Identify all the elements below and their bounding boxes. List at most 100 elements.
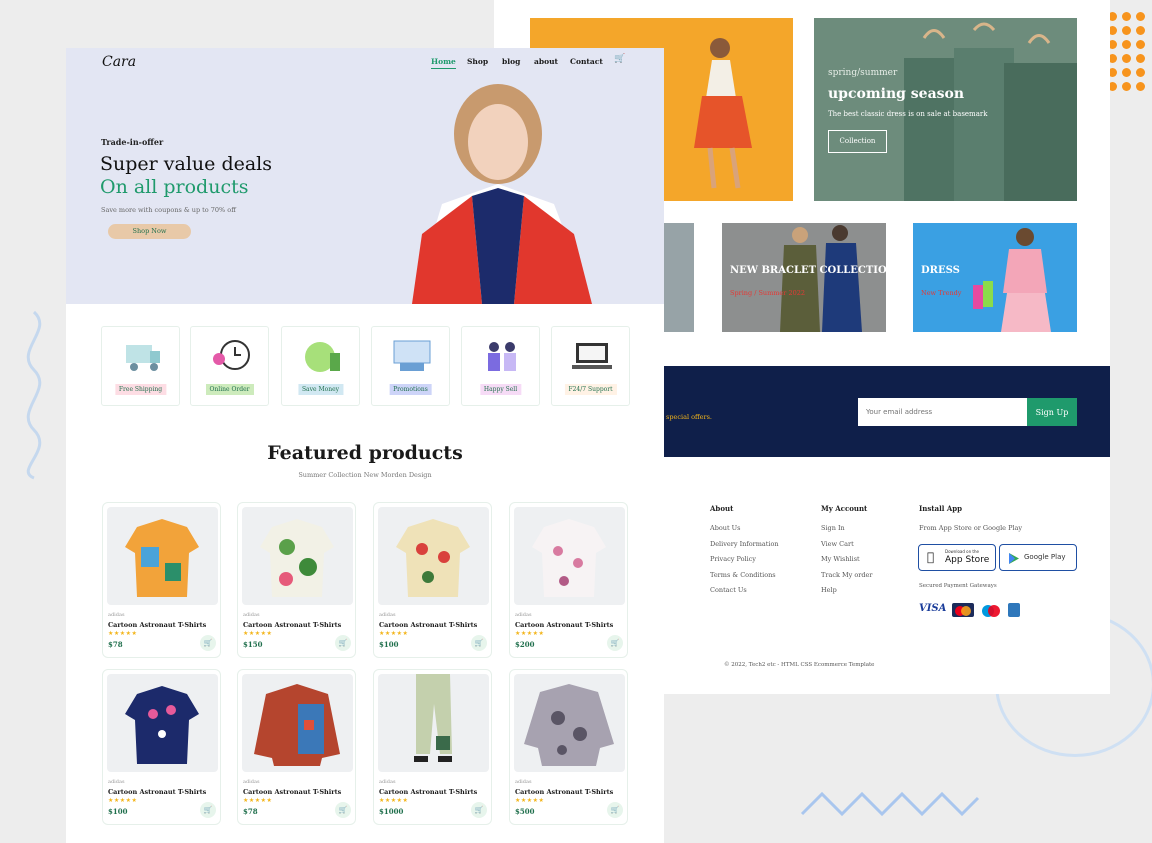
nav-shop[interactable]: Shop: [467, 57, 488, 66]
season-subtitle: The best classic dress is on sale at bas…: [828, 110, 988, 118]
add-to-cart-icon[interactable]: 🛒: [607, 802, 623, 818]
couple-illustration: [780, 225, 862, 332]
nav-home[interactable]: Home: [431, 57, 456, 69]
footer-link-wishlist[interactable]: My Wishlist: [821, 555, 860, 563]
hero-kicker: Trade-in-offer: [101, 137, 164, 147]
people-icon: [488, 342, 516, 371]
product-brand: adidas: [379, 779, 396, 785]
feature-free-shipping: Free Shipping: [101, 326, 180, 406]
product-name: Cartoon Astronaut T-Shirts: [515, 788, 614, 796]
banner-bracelet-collection[interactable]: NEW BRACLET COLLECTIONS Spring / Summer …: [722, 223, 886, 332]
footer-link-help[interactable]: Help: [821, 586, 837, 594]
featured-subtitle: Summer Collection New Morden Design: [298, 471, 432, 479]
star-rating-icon: ★★★★★: [108, 630, 138, 637]
footer-link-view-cart[interactable]: View Cart: [821, 540, 854, 548]
product-card[interactable]: adidas Cartoon Astronaut T-Shirts ★★★★★ …: [102, 669, 221, 825]
shop-now-button[interactable]: Shop Now: [108, 224, 191, 239]
product-name: Cartoon Astronaut T-Shirts: [379, 621, 478, 629]
star-rating-icon: ★★★★★: [379, 630, 409, 637]
product-card[interactable]: adidas Cartoon Astronaut T-Shirts ★★★★★ …: [509, 502, 628, 658]
cart-icon[interactable]: 🛒: [614, 54, 625, 64]
app-store-label: App Store: [945, 555, 990, 565]
add-to-cart-icon[interactable]: 🛒: [335, 635, 351, 651]
product-card[interactable]: adidas Cartoon Astronaut T-Shirts ★★★★★ …: [237, 669, 356, 825]
product-image: [378, 507, 489, 605]
add-to-cart-icon[interactable]: 🛒: [607, 635, 623, 651]
feature-label: Online Order: [205, 384, 254, 395]
decorative-squiggle: [26, 310, 42, 480]
product-brand: adidas: [379, 612, 396, 618]
logo[interactable]: Cara: [102, 54, 136, 70]
product-image: [107, 507, 218, 605]
footer-install-subtitle: From App Store or Google Play: [919, 524, 1023, 532]
footer-link-terms[interactable]: Terms & Conditions: [710, 571, 776, 579]
product-image: [514, 507, 625, 605]
product-card[interactable]: adidas Cartoon Astronaut T-Shirts ★★★★★ …: [237, 502, 356, 658]
banner-partial: [664, 223, 694, 332]
product-price: $78: [243, 807, 258, 816]
hero-subtext: Save more with coupons & up to 70% off: [101, 206, 236, 214]
feature-happy-sell: Happy Sell: [461, 326, 540, 406]
footer-link-about-us[interactable]: About Us: [710, 524, 740, 532]
star-rating-icon: ★★★★★: [243, 797, 273, 804]
product-card[interactable]: adidas Cartoon Astronaut T-Shirts ★★★★★ …: [509, 669, 628, 825]
product-price: $78: [108, 640, 123, 649]
footer-account-title: My Account: [821, 504, 868, 513]
add-to-cart-icon[interactable]: 🛒: [200, 635, 216, 651]
promotion-icon: [393, 340, 431, 371]
product-card[interactable]: adidas Cartoon Astronaut T-Shirts ★★★★★ …: [373, 502, 492, 658]
footer-link-privacy[interactable]: Privacy Policy: [710, 555, 756, 563]
signup-button[interactable]: Sign Up: [1027, 398, 1077, 426]
google-play-button[interactable]: Google Play: [999, 544, 1077, 571]
season-kicker: spring/summer: [828, 68, 898, 78]
nav-contact[interactable]: Contact: [570, 57, 603, 66]
footer-link-contact[interactable]: Contact Us: [710, 586, 747, 594]
piggy-bank-icon: [305, 342, 340, 372]
feature-support: F24/7 Support: [551, 326, 630, 406]
product-image: [378, 674, 489, 772]
add-to-cart-icon[interactable]: 🛒: [335, 802, 351, 818]
bracelet-subtitle: Spring / Summer 2022: [730, 289, 805, 297]
banner-upcoming-season[interactable]: spring/summer upcoming season The best c…: [814, 18, 1077, 201]
featured-title: Featured products: [267, 442, 463, 464]
feature-label: F24/7 Support: [564, 384, 617, 395]
product-name: Cartoon Astronaut T-Shirts: [243, 788, 342, 796]
product-card[interactable]: adidas Cartoon Astronaut T-Shirts ★★★★★ …: [102, 502, 221, 658]
footer-link-delivery[interactable]: Delivery Information: [710, 540, 779, 548]
product-price: $200: [515, 640, 535, 649]
star-rating-icon: ★★★★★: [379, 797, 409, 804]
product-image: [242, 674, 353, 772]
newsletter-email-input[interactable]: [858, 398, 1027, 426]
footer-link-track-order[interactable]: Track My order: [821, 571, 873, 579]
product-brand: adidas: [108, 779, 125, 785]
banner-dress[interactable]: DRESS New Trendy: [913, 223, 1077, 332]
feature-label: Promotions: [389, 384, 432, 395]
nav-about[interactable]: about: [534, 57, 558, 66]
decorative-dots: [1108, 12, 1148, 92]
nav-blog[interactable]: blog: [502, 57, 520, 66]
payment-gateways-label: Secured Payment Gateways: [919, 583, 997, 589]
bracelet-title: NEW BRACLET COLLECTIONS: [730, 265, 886, 276]
maestro-icon: [980, 603, 1002, 617]
dress-subtitle: New Trendy: [921, 289, 962, 297]
product-image: [514, 674, 625, 772]
add-to-cart-icon[interactable]: 🛒: [471, 802, 487, 818]
product-brand: adidas: [108, 612, 125, 618]
product-price: $150: [243, 640, 263, 649]
product-brand: adidas: [515, 612, 532, 618]
footer-link-sign-in[interactable]: Sign In: [821, 524, 845, 532]
product-card[interactable]: adidas Cartoon Astronaut T-Shirts ★★★★★ …: [373, 669, 492, 825]
star-rating-icon: ★★★★★: [515, 630, 545, 637]
product-brand: adidas: [243, 612, 260, 618]
google-play-icon: [1009, 553, 1019, 564]
feature-save-money: Save Money: [281, 326, 360, 406]
mastercard-icon: [952, 603, 974, 617]
collection-button[interactable]: Collection: [828, 130, 887, 153]
add-to-cart-icon[interactable]: 🛒: [471, 635, 487, 651]
star-rating-icon: ★★★★★: [243, 630, 273, 637]
add-to-cart-icon[interactable]: 🛒: [200, 802, 216, 818]
product-image: [107, 674, 218, 772]
app-store-button[interactable]:  Download on the App Store: [918, 544, 996, 571]
apple-icon: : [927, 550, 934, 564]
product-name: Cartoon Astronaut T-Shirts: [108, 788, 207, 796]
